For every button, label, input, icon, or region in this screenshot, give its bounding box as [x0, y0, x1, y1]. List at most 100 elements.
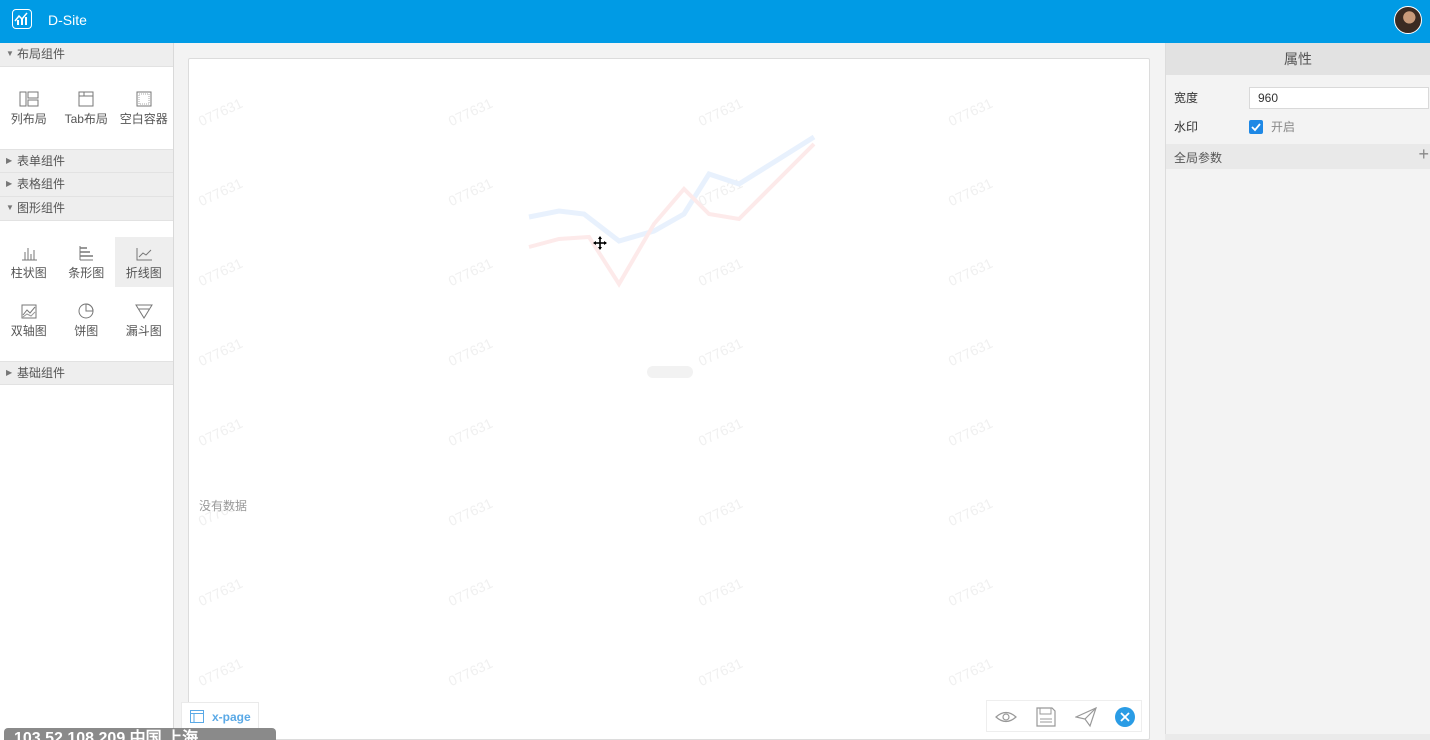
- page-tab-label: x-page: [212, 710, 251, 724]
- watermark-text: 077631: [445, 174, 495, 210]
- global-params-label: 全局参数: [1174, 151, 1223, 165]
- checkmark-icon: [1251, 123, 1261, 132]
- component-label: 条形图: [68, 265, 105, 280]
- horizontal-bar-chart-icon: [79, 245, 94, 260]
- watermark-text: 077631: [445, 574, 495, 610]
- watermark-text: 077631: [945, 174, 995, 210]
- watermark-text: 077631: [945, 494, 995, 530]
- chart-logo-icon[interactable]: [12, 9, 32, 29]
- watermark-text: 077631: [945, 254, 995, 290]
- column-layout-icon: [19, 91, 39, 106]
- watermark-text: 077631: [445, 254, 495, 290]
- component-panel: ▼ 布局组件 列布局 Tab布局 空白容器 ▶ 表单组件 ▶ 表格组件 ▼ 图形…: [0, 43, 174, 740]
- watermark-option-label: 开启: [1271, 120, 1296, 134]
- dragging-line-chart-preview: [528, 134, 816, 288]
- watermark-text: 077631: [195, 654, 245, 690]
- watermark-text: 077631: [195, 574, 245, 610]
- watermark-label: 水印: [1174, 120, 1199, 134]
- watermark-text: 077631: [695, 654, 745, 690]
- move-cursor-icon: [593, 236, 607, 250]
- section-chart-components[interactable]: ▼ 图形组件: [0, 197, 173, 221]
- section-layout-components[interactable]: ▼ 布局组件: [0, 43, 173, 67]
- component-line-chart[interactable]: 折线图: [115, 237, 173, 287]
- dual-axis-chart-icon: [21, 304, 37, 318]
- section-basic-components[interactable]: ▶ 基础组件: [0, 361, 173, 385]
- watermark-text: 077631: [445, 334, 495, 370]
- watermark-text: 077631: [195, 254, 245, 290]
- watermark-text: 077631: [945, 94, 995, 130]
- caret-right-icon: ▶: [6, 156, 13, 165]
- watermark-text: 077631: [695, 494, 745, 530]
- tab-layout-icon: [78, 91, 94, 106]
- page-icon: [190, 710, 204, 723]
- watermark-checkbox[interactable]: [1249, 120, 1263, 134]
- component-label: 双轴图: [10, 323, 47, 338]
- width-label: 宽度: [1174, 91, 1199, 105]
- properties-panel: 属性 宽度 水印 开启 全局参数 +: [1165, 43, 1430, 740]
- watermark-text: 077631: [195, 414, 245, 450]
- component-pie-chart[interactable]: 饼图: [58, 295, 116, 345]
- pie-chart-icon: [78, 302, 94, 318]
- component-bar-chart[interactable]: 柱状图: [0, 237, 58, 287]
- caret-right-icon: ▶: [6, 368, 13, 377]
- watermark-text: 077631: [195, 174, 245, 210]
- eye-icon[interactable]: [995, 706, 1017, 728]
- component-funnel-chart[interactable]: 漏斗图: [115, 295, 173, 345]
- component-tab-layout[interactable]: Tab布局: [58, 83, 116, 133]
- watermark-text: 077631: [695, 334, 745, 370]
- user-avatar[interactable]: [1394, 6, 1422, 34]
- watermark-text: 077631: [945, 654, 995, 690]
- component-column-layout[interactable]: 列布局: [0, 83, 58, 133]
- bar-chart-icon: [21, 247, 37, 260]
- app-title: D-Site: [48, 12, 87, 28]
- save-icon[interactable]: [1035, 706, 1057, 728]
- properties-title: 属性: [1166, 43, 1430, 75]
- component-horizontal-bar-chart[interactable]: 条形图: [58, 237, 116, 287]
- add-icon[interactable]: +: [1418, 144, 1429, 165]
- funnel-chart-icon: [134, 304, 153, 319]
- watermark-text: 077631: [195, 94, 245, 130]
- watermark-text: 077631: [945, 334, 995, 370]
- section-title: 布局组件: [17, 47, 66, 61]
- caret-down-icon: ▼: [6, 203, 14, 212]
- width-input[interactable]: [1249, 87, 1429, 109]
- watermark-text: 077631: [445, 94, 495, 130]
- watermark-text: 077631: [945, 414, 995, 450]
- top-bar: D-Site: [0, 0, 1430, 43]
- component-label: 空白容器: [119, 111, 168, 126]
- watermark-text: 077631: [695, 414, 745, 450]
- section-form-components[interactable]: ▶ 表单组件: [0, 149, 173, 173]
- component-label: 折线图: [125, 265, 162, 280]
- watermark-text: 077631: [445, 654, 495, 690]
- line-chart-icon: [136, 247, 152, 260]
- watermark-text: 077631: [445, 494, 495, 530]
- watermark-text: 077631: [945, 574, 995, 610]
- component-label: Tab布局: [64, 111, 108, 126]
- component-dual-axis-chart[interactable]: 双轴图: [0, 295, 58, 345]
- bottom-strip: [1165, 734, 1430, 740]
- layout-components-grid: 列布局 Tab布局 空白容器: [0, 67, 173, 149]
- section-title: 基础组件: [17, 366, 66, 380]
- component-blank-container[interactable]: 空白容器: [115, 83, 173, 133]
- watermark-text: 077631: [195, 334, 245, 370]
- page-tab-x-page[interactable]: x-page: [181, 702, 259, 730]
- section-title: 图形组件: [17, 201, 66, 215]
- component-label: 漏斗图: [125, 323, 162, 338]
- section-table-components[interactable]: ▶ 表格组件: [0, 173, 173, 197]
- component-label: 柱状图: [10, 265, 47, 280]
- chart-components-grid: 柱状图 条形图 折线图 双轴图 饼图 漏斗图: [0, 221, 173, 361]
- canvas-toolbar: [986, 700, 1142, 732]
- work-area: 077631 077631 077631 077631 077631 077631 0776…: [174, 43, 1165, 740]
- watermark-text: 077631: [695, 574, 745, 610]
- section-title: 表单组件: [17, 154, 66, 168]
- section-title: 表格组件: [17, 177, 66, 191]
- design-canvas[interactable]: 077631 077631 077631 077631 077631 077631 0776…: [188, 58, 1150, 740]
- caret-down-icon: ▼: [6, 49, 14, 58]
- ip-location-overlay: 103.52.108.209 中国 上海: [4, 728, 276, 740]
- send-icon[interactable]: [1075, 706, 1097, 728]
- component-label: 列布局: [10, 111, 47, 126]
- drag-handle[interactable]: [647, 366, 693, 378]
- component-label: 饼图: [74, 323, 99, 338]
- caret-right-icon: ▶: [6, 179, 13, 188]
- close-icon[interactable]: [1115, 707, 1135, 727]
